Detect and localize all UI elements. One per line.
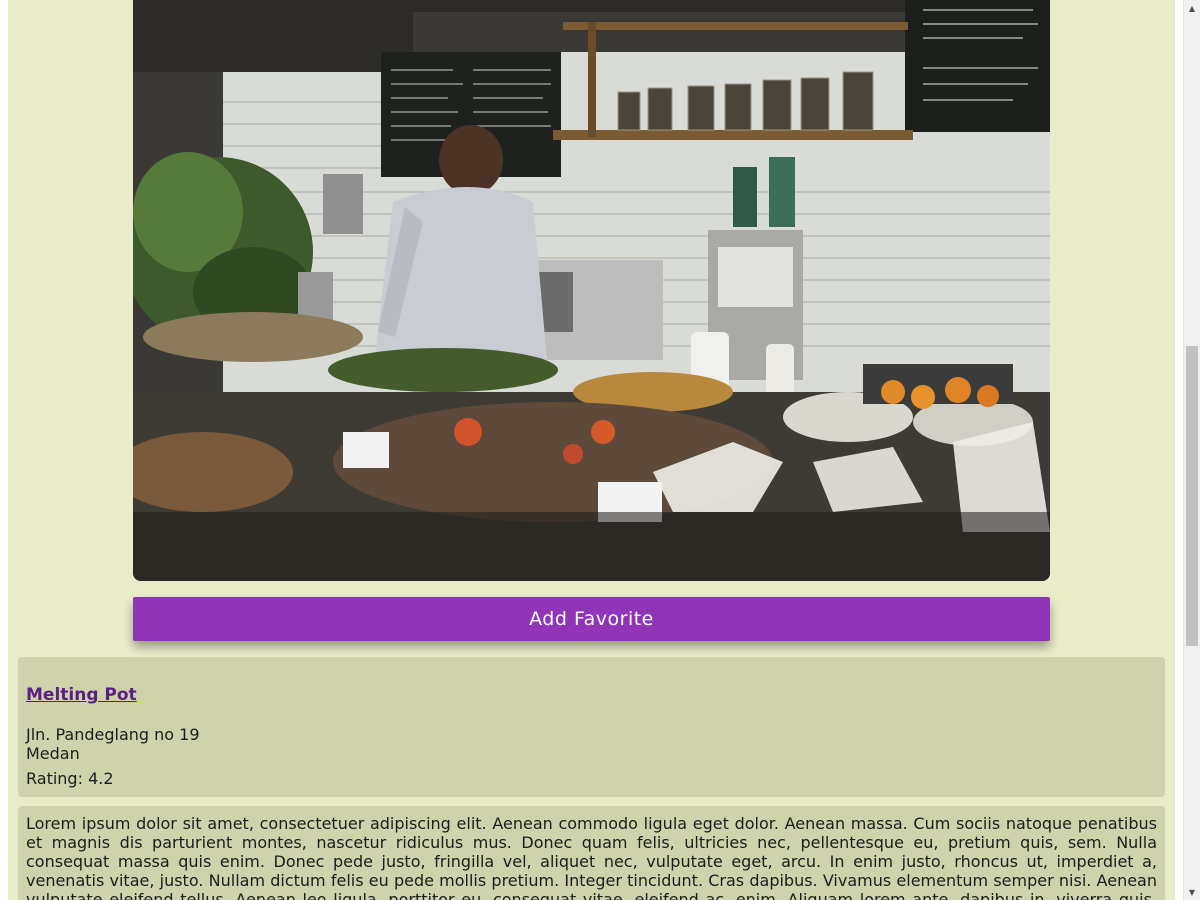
restaurant-city: Medan bbox=[26, 744, 80, 763]
add-favorite-button[interactable]: Add Favorite bbox=[133, 597, 1050, 641]
scroll-down-arrow-icon[interactable]: ▼ bbox=[1184, 884, 1200, 900]
browser-viewport: Add Favorite Melting Pot Jln. Pandeglang… bbox=[0, 0, 1183, 900]
restaurant-address: Jln. Pandeglang no 19 bbox=[26, 725, 200, 744]
scrollbar-thumb[interactable] bbox=[1186, 346, 1198, 646]
scroll-up-arrow-icon[interactable]: ▲ bbox=[1184, 0, 1200, 16]
page-scrollbar[interactable]: ▲ ▼ bbox=[1183, 0, 1200, 900]
restaurant-rating: Rating: 4.2 bbox=[26, 769, 114, 788]
page-content: Add Favorite Melting Pot Jln. Pandeglang… bbox=[8, 0, 1175, 900]
restaurant-name-link[interactable]: Melting Pot bbox=[26, 685, 137, 705]
restaurant-hero-image bbox=[133, 0, 1050, 581]
restaurant-description: Lorem ipsum dolor sit amet, consectetuer… bbox=[18, 806, 1165, 900]
restaurant-info-card: Melting Pot Jln. Pandeglang no 19 Medan … bbox=[18, 657, 1165, 797]
